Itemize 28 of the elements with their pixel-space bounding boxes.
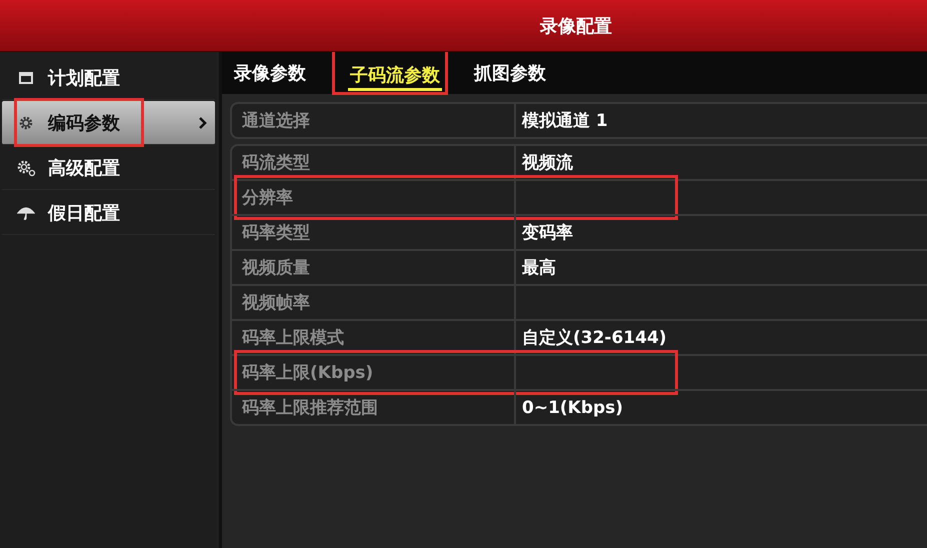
- field-label: 码流类型: [232, 146, 516, 179]
- calendar-icon: [19, 72, 33, 84]
- field-label: 视频帧率: [232, 286, 516, 319]
- gear-icon: [18, 114, 34, 130]
- field-value[interactable]: 模拟通道 1: [516, 104, 927, 137]
- tab[interactable]: 录像参数: [232, 52, 318, 94]
- sidebar-item[interactable]: 高级配置: [2, 146, 215, 190]
- field-value[interactable]: 0~1(Kbps): [516, 391, 927, 424]
- sidebar-item[interactable]: 假日配置: [2, 191, 215, 235]
- field-label: 视频质量: [232, 251, 516, 284]
- chevron-icon: [199, 116, 207, 128]
- field-value[interactable]: 最高: [516, 251, 927, 284]
- umbrella-icon: [17, 204, 35, 220]
- gears-icon: [16, 158, 36, 176]
- field-label: 码率上限(Kbps): [232, 356, 516, 389]
- field-label: 码率类型: [232, 216, 516, 249]
- tab[interactable]: 抓图参数: [472, 52, 558, 94]
- field-label: 码率上限模式: [232, 321, 516, 354]
- field-value[interactable]: 变码率: [516, 216, 927, 249]
- sidebar-item[interactable]: 编码参数: [2, 101, 215, 145]
- window-title: 录像配置: [539, 14, 613, 38]
- field-label: 通道选择: [232, 104, 516, 137]
- field-value[interactable]: 视频流: [516, 146, 927, 179]
- sidebar-item[interactable]: 计划配置: [2, 56, 215, 100]
- field-label: 码率上限推荐范围: [232, 391, 516, 424]
- field-label: 分辨率: [232, 181, 516, 214]
- tab[interactable]: 子码流参数: [348, 61, 442, 91]
- field-value[interactable]: 自定义(32-6144): [516, 321, 927, 354]
